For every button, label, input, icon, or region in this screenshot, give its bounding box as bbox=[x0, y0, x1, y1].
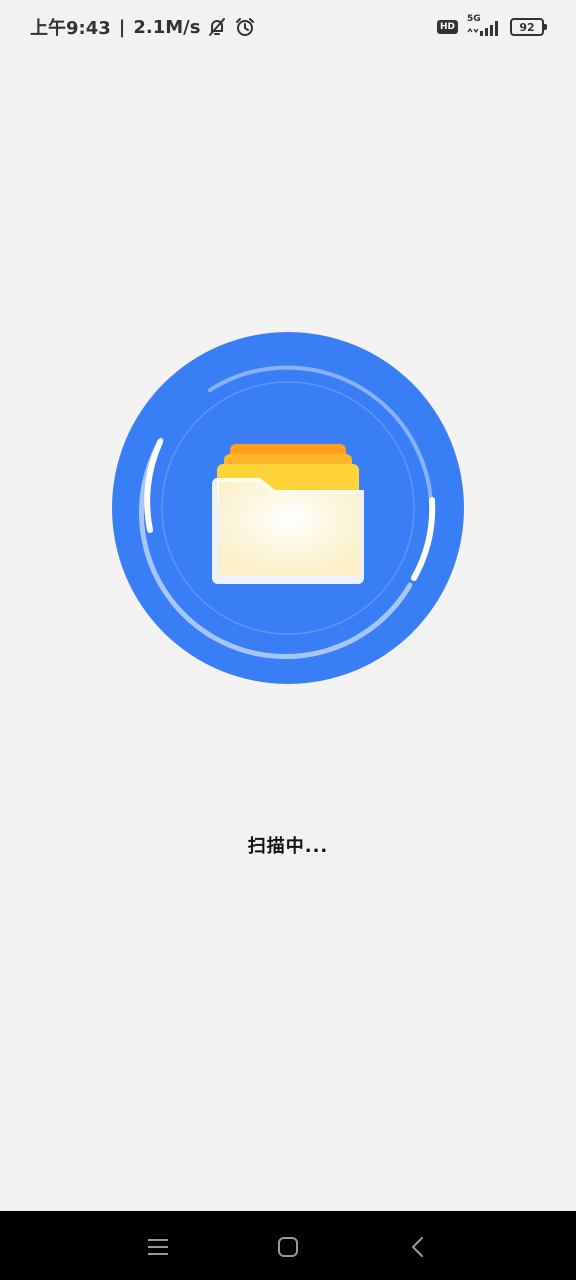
network-speed: 2.1M/s bbox=[133, 16, 201, 38]
alarm-clock-icon bbox=[234, 16, 256, 38]
status-left: 上午9:43 | 2.1M/s bbox=[30, 14, 256, 40]
battery-icon: 92 bbox=[510, 18, 547, 36]
folder-icon bbox=[211, 444, 364, 584]
status-bar: 上午9:43 | 2.1M/s HD 5G 92 bbox=[0, 0, 576, 56]
bell-slash-icon bbox=[206, 16, 228, 38]
status-time: 上午9:43 bbox=[30, 18, 111, 39]
navigation-bar bbox=[0, 1211, 576, 1280]
menu-button[interactable] bbox=[140, 1229, 176, 1265]
battery-level: 92 bbox=[519, 20, 535, 34]
scan-graphic bbox=[110, 330, 466, 686]
back-icon bbox=[412, 1237, 423, 1257]
status-right: HD 5G 92 bbox=[436, 14, 547, 38]
home-icon bbox=[278, 1237, 298, 1257]
back-button[interactable] bbox=[400, 1229, 436, 1265]
menu-icon bbox=[148, 1239, 168, 1255]
network-type: 5G bbox=[467, 14, 481, 24]
hd-badge: HD bbox=[436, 20, 458, 34]
status-separator: | bbox=[118, 16, 126, 38]
home-button[interactable] bbox=[270, 1229, 306, 1265]
scanning-label: 扫描中... bbox=[247, 836, 329, 857]
signal-icon: 5G bbox=[466, 14, 502, 38]
